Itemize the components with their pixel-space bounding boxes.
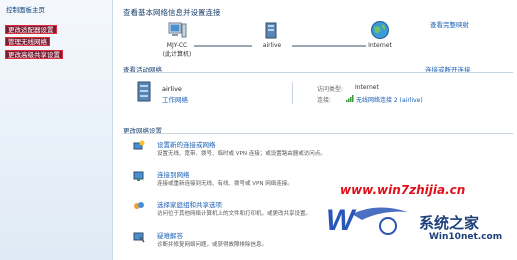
new-connection-icon <box>133 140 145 150</box>
computer-node[interactable]: MJY-CC (此计算机) <box>156 22 198 58</box>
page-title: 查看基本网络信息并设置连接 <box>123 8 221 17</box>
computer-icon <box>168 22 187 38</box>
sidebar: 控制面板主页 更改适配器设置 管理无线网络 更改高级共享设置 <box>0 0 113 260</box>
computer-sub: (此计算机) <box>162 51 192 58</box>
svg-text:W: W <box>326 204 357 237</box>
access-type-label: 访问类型: <box>317 86 344 93</box>
work-network-icon <box>137 81 151 102</box>
task-homegroup[interactable]: 选择家庭组和共享选项 <box>157 199 222 209</box>
wireless-connection-link[interactable]: 无线网络连接 2 (airlive) <box>356 95 423 104</box>
task-new-connection-desc: 设置无线、宽带、拨号、临时或 VPN 连接；或设置路由器或访问点。 <box>157 151 326 157</box>
globe-icon <box>371 21 389 39</box>
watermark-site: Win10net.com <box>429 232 503 242</box>
task-troubleshoot[interactable]: 疑难解答 <box>157 230 183 240</box>
control-panel-home-link[interactable]: 控制面板主页 <box>6 4 45 14</box>
watermark-brand: 系统之家 <box>419 214 480 232</box>
access-type-value: Internet <box>355 84 379 91</box>
sidebar-item-adapter-settings[interactable]: 更改适配器设置 <box>5 25 57 34</box>
full-map-link[interactable]: 查看完整映射 <box>430 19 469 29</box>
link-line-1 <box>194 45 252 47</box>
connection-label: 连接: <box>317 97 332 104</box>
divider-active <box>123 72 513 73</box>
network-icon <box>265 22 277 39</box>
task-connect-network[interactable]: 连接到网络 <box>157 169 190 179</box>
network-name: airlive <box>262 42 282 49</box>
watermark-url: www.win7zhijia.cn <box>340 183 466 197</box>
link-line-2 <box>292 45 366 47</box>
divider-change <box>123 133 513 134</box>
troubleshoot-icon <box>133 232 145 243</box>
sidebar-item-advanced-sharing[interactable]: 更改高级共享设置 <box>5 50 63 59</box>
connect-network-icon <box>133 171 144 181</box>
task-new-connection[interactable]: 设置新的连接或网络 <box>157 139 216 149</box>
network-node[interactable]: airlive <box>252 22 292 49</box>
internet-label: Internet <box>368 42 392 49</box>
computer-name: MJY-CC <box>166 42 188 49</box>
homegroup-icon <box>134 202 144 209</box>
task-connect-network-desc: 连接或重新连接到无线、有线、拨号或 VPN 网络连接。 <box>157 181 293 187</box>
watermark-logo: W <box>326 204 408 237</box>
vertical-divider <box>292 82 293 104</box>
task-troubleshoot-desc: 诊断并修复网络问题，或获得故障排除信息。 <box>157 242 268 248</box>
active-network-name: airlive <box>162 85 182 93</box>
sidebar-item-manage-wireless[interactable]: 管理无线网络 <box>5 37 50 46</box>
internet-node[interactable]: Internet <box>360 20 400 49</box>
network-type-link[interactable]: 工作网络 <box>162 94 188 104</box>
task-homegroup-desc: 访问位于其他网络计算机上的文件和打印机，或更改共享设置。 <box>157 211 312 217</box>
signal-bars-icon <box>346 95 354 102</box>
